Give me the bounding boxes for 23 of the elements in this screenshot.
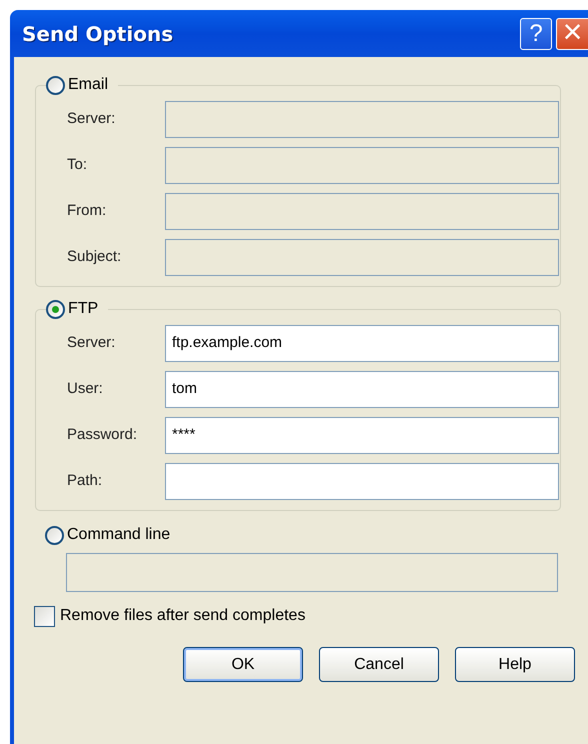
field-label: Password: xyxy=(67,425,138,446)
field-label: Server: xyxy=(67,109,116,130)
dialog-button[interactable]: Cancel xyxy=(319,647,439,682)
input-field[interactable]: ftp.example.com xyxy=(165,325,559,362)
checkbox[interactable] xyxy=(34,606,55,626)
input-field[interactable]: tom xyxy=(165,371,559,408)
window-title: Send Options xyxy=(22,20,174,48)
field-label: Server: xyxy=(67,333,116,354)
field-label: Path: xyxy=(67,471,104,492)
input-field[interactable] xyxy=(165,463,559,500)
input-field[interactable]: **** xyxy=(165,417,559,454)
dialog-button[interactable]: OK xyxy=(183,647,303,682)
field-label: User: xyxy=(67,379,104,400)
radio-button[interactable] xyxy=(46,76,65,94)
checkbox-label[interactable]: Remove files after send completes xyxy=(60,604,306,628)
radio-label[interactable]: FTP xyxy=(68,297,98,321)
dialog-button[interactable]: Help xyxy=(455,647,575,682)
help-button[interactable]: ? xyxy=(520,18,552,50)
radio-label[interactable]: Email xyxy=(68,73,108,97)
field-label: To: xyxy=(67,155,88,176)
field-label: Subject: xyxy=(67,247,122,268)
radio-button[interactable] xyxy=(46,300,65,318)
field-label: From: xyxy=(67,201,108,222)
